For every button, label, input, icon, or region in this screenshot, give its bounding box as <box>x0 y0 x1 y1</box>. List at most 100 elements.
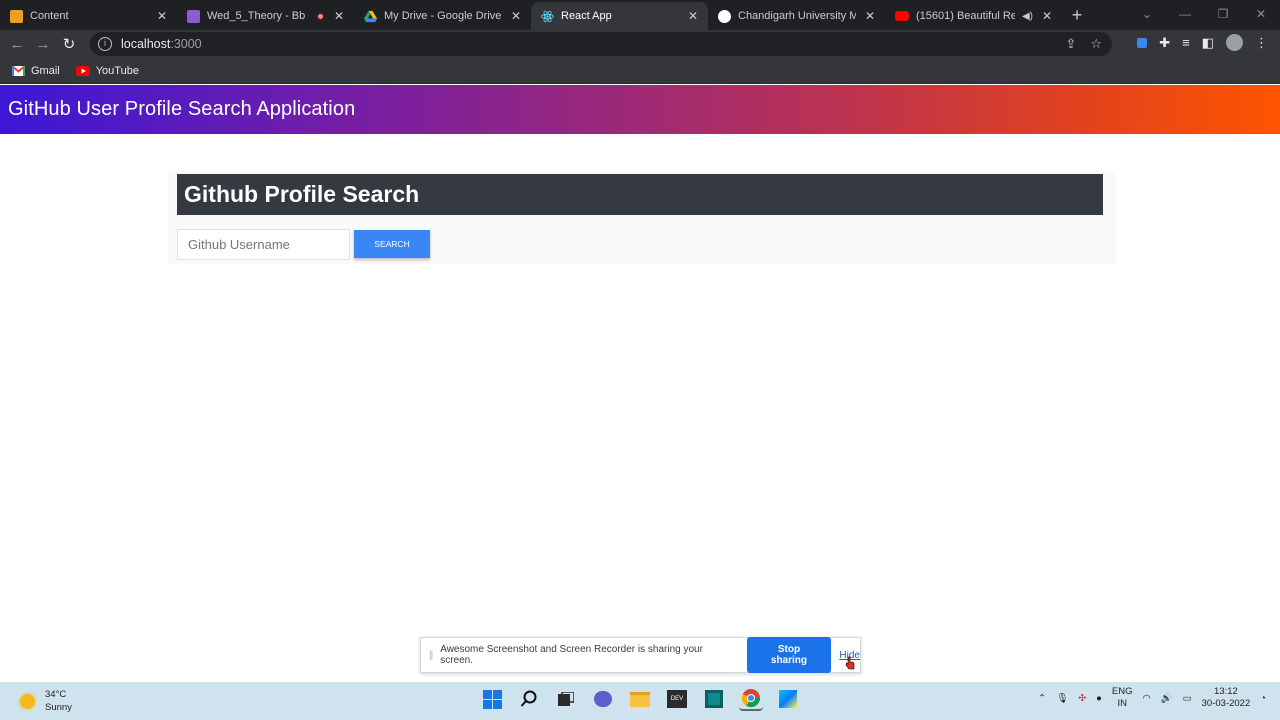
tab-title: My Drive - Google Drive <box>384 10 502 22</box>
media-control-icon[interactable]: ≡ <box>1182 35 1190 50</box>
tab-close-icon[interactable]: ✕ <box>509 9 523 23</box>
weather-widget[interactable]: 34°C Sunny <box>20 688 72 714</box>
side-panel-icon[interactable]: ◧ <box>1202 35 1214 51</box>
app-header: GitHub User Profile Search Application <box>0 85 1280 134</box>
browser-tab-drive[interactable]: My Drive - Google Drive ✕ <box>354 2 531 30</box>
reload-icon[interactable]: ↻ <box>56 35 82 53</box>
browser-tab-chandigarh[interactable]: Chandigarh University Man ✕ <box>708 2 885 30</box>
youtube-icon <box>75 65 90 76</box>
battery-icon[interactable]: ▭ <box>1183 693 1192 704</box>
language-indicator[interactable]: ENG IN <box>1112 686 1133 710</box>
window-controls: ⌄ — ❐ ✕ <box>1128 0 1280 28</box>
show-hidden-icons-icon[interactable]: ⌃ <box>1038 693 1046 704</box>
wifi-icon[interactable]: ◠ <box>1143 693 1151 704</box>
tab-close-icon[interactable]: ✕ <box>863 9 877 23</box>
windows-taskbar: 34°C Sunny DEV ⌃ 🎙 ✣ ● ENG IN ◠ 🔊 ▭ 13:1… <box>0 682 1280 720</box>
browser-tab-react-app[interactable]: React App ✕ <box>531 2 708 30</box>
globe-favicon-icon <box>718 9 731 23</box>
microphone-icon[interactable]: 🎙 <box>1056 693 1068 704</box>
bookmarks-bar: Gmail YouTube <box>0 58 1280 84</box>
search-button[interactable]: Search <box>354 230 430 258</box>
screen-recorder-extension-icon[interactable] <box>1137 37 1148 48</box>
start-windows-icon[interactable] <box>480 687 504 711</box>
close-window-icon[interactable]: ✕ <box>1242 7 1280 21</box>
omnibox-actions: ⇪ ☆ <box>1065 36 1102 52</box>
bookmark-youtube[interactable]: YouTube <box>75 64 139 77</box>
browser-tab-strip: Content ✕ Wed_5_Theory - Bb Co ✕ My Driv… <box>0 0 1280 30</box>
bookmark-label: Gmail <box>31 64 60 77</box>
recording-indicator-icon <box>316 11 325 21</box>
search-icon[interactable] <box>517 687 541 711</box>
site-info-icon[interactable]: i <box>98 37 112 51</box>
system-tray: ⌃ 🎙 ✣ ● ENG IN ◠ 🔊 ▭ 13:12 30-03-2022 ◔ <box>1038 686 1266 710</box>
bookmark-star-icon[interactable]: ☆ <box>1090 36 1102 52</box>
weather-description: Sunny <box>45 702 72 713</box>
profile-avatar-icon[interactable] <box>1226 34 1243 51</box>
card-title: Github Profile Search <box>184 181 420 207</box>
share-icon[interactable]: ⇪ <box>1065 36 1076 52</box>
browser-toolbar: ← → ↻ i localhost :3000 ⇪ ☆ <box>0 30 1280 58</box>
devc-app-icon[interactable]: DEV <box>665 687 689 711</box>
url-port: :3000 <box>170 37 202 51</box>
sun-icon <box>20 693 35 709</box>
menu-kebab-icon[interactable]: ⋮ <box>1255 35 1268 51</box>
weather-text: 34°C Sunny <box>45 688 72 714</box>
chrome-icon[interactable] <box>739 687 763 711</box>
language-primary: ENG <box>1111 686 1133 697</box>
minimize-icon[interactable]: — <box>1166 7 1204 21</box>
bookmark-gmail[interactable]: Gmail <box>12 65 60 77</box>
card-heading: Github Profile Search <box>177 174 1103 215</box>
language-secondary: IN <box>1117 698 1127 709</box>
bookmark-label: YouTube <box>95 64 139 77</box>
back-arrow-icon[interactable]: ← <box>4 36 30 53</box>
volume-icon[interactable]: 🔊 <box>1161 693 1173 704</box>
tab-title: Chandigarh University Man <box>738 10 856 22</box>
react-favicon-icon <box>541 10 554 22</box>
app-title: GitHub User Profile Search Application <box>8 98 356 120</box>
extensions-puzzle-icon[interactable]: ✚ <box>1159 35 1170 51</box>
notification-icon[interactable]: ◔ <box>1260 693 1266 704</box>
clock-time: 13:12 <box>1214 686 1238 697</box>
browser-tab-youtube[interactable]: (15601) Beautiful Relax ◀) ✕ <box>885 2 1062 30</box>
pencil-favicon-icon <box>10 9 23 23</box>
new-tab-icon[interactable]: + <box>1062 5 1092 26</box>
audio-playing-icon[interactable]: ◀) <box>1022 11 1033 22</box>
dropbox-icon[interactable]: ✣ <box>1078 693 1086 704</box>
browser-tab-theory[interactable]: Wed_5_Theory - Bb Co ✕ <box>177 2 354 30</box>
youtube-favicon-icon <box>895 11 909 21</box>
browser-tab-content[interactable]: Content ✕ <box>0 2 177 30</box>
tab-close-icon[interactable]: ✕ <box>686 9 700 23</box>
profile-search-card: Github Profile Search Search <box>168 172 1116 264</box>
clock[interactable]: 13:12 30-03-2022 <box>1202 686 1251 710</box>
hand-cursor-icon <box>845 656 855 670</box>
teal-app-icon[interactable] <box>702 687 726 711</box>
extension-icons: ✚ ≡ ◧ ⋮ <box>1137 34 1268 51</box>
drive-favicon-icon <box>364 10 377 22</box>
sharing-message: Awesome Screenshot and Screen Recorder i… <box>440 644 703 666</box>
tab-search-icon[interactable]: ⌄ <box>1128 7 1166 21</box>
restore-icon[interactable]: ❐ <box>1204 7 1242 21</box>
tab-title: (15601) Beautiful Relax <box>916 10 1015 22</box>
tab-close-icon[interactable]: ✕ <box>332 9 346 23</box>
teams-chat-icon[interactable] <box>591 687 615 711</box>
tab-title: Content <box>30 10 69 22</box>
weather-temperature: 34°C <box>45 689 67 700</box>
mic-tray-icon[interactable]: ● <box>1096 693 1102 704</box>
tab-title: Wed_5_Theory - Bb Co <box>207 10 309 22</box>
tab-close-icon[interactable]: ✕ <box>1040 9 1054 23</box>
github-username-input[interactable] <box>177 229 350 260</box>
video-favicon-icon <box>187 9 200 23</box>
file-explorer-icon[interactable] <box>628 687 652 711</box>
webstorm-icon[interactable] <box>776 687 800 711</box>
drag-handle-icon[interactable]: || <box>429 650 433 661</box>
clock-date: 30-03-2022 <box>1201 698 1251 709</box>
gmail-icon <box>12 65 25 76</box>
forward-arrow-icon[interactable]: → <box>30 36 56 53</box>
address-bar[interactable]: i localhost :3000 ⇪ ☆ <box>90 32 1112 56</box>
taskbar-apps: DEV <box>480 687 800 711</box>
task-view-icon[interactable] <box>554 687 578 711</box>
stop-sharing-button[interactable]: Stop sharing <box>746 637 832 673</box>
tab-title: React App <box>561 10 612 22</box>
tab-close-icon[interactable]: ✕ <box>155 9 169 23</box>
url-host: localhost <box>121 37 171 51</box>
